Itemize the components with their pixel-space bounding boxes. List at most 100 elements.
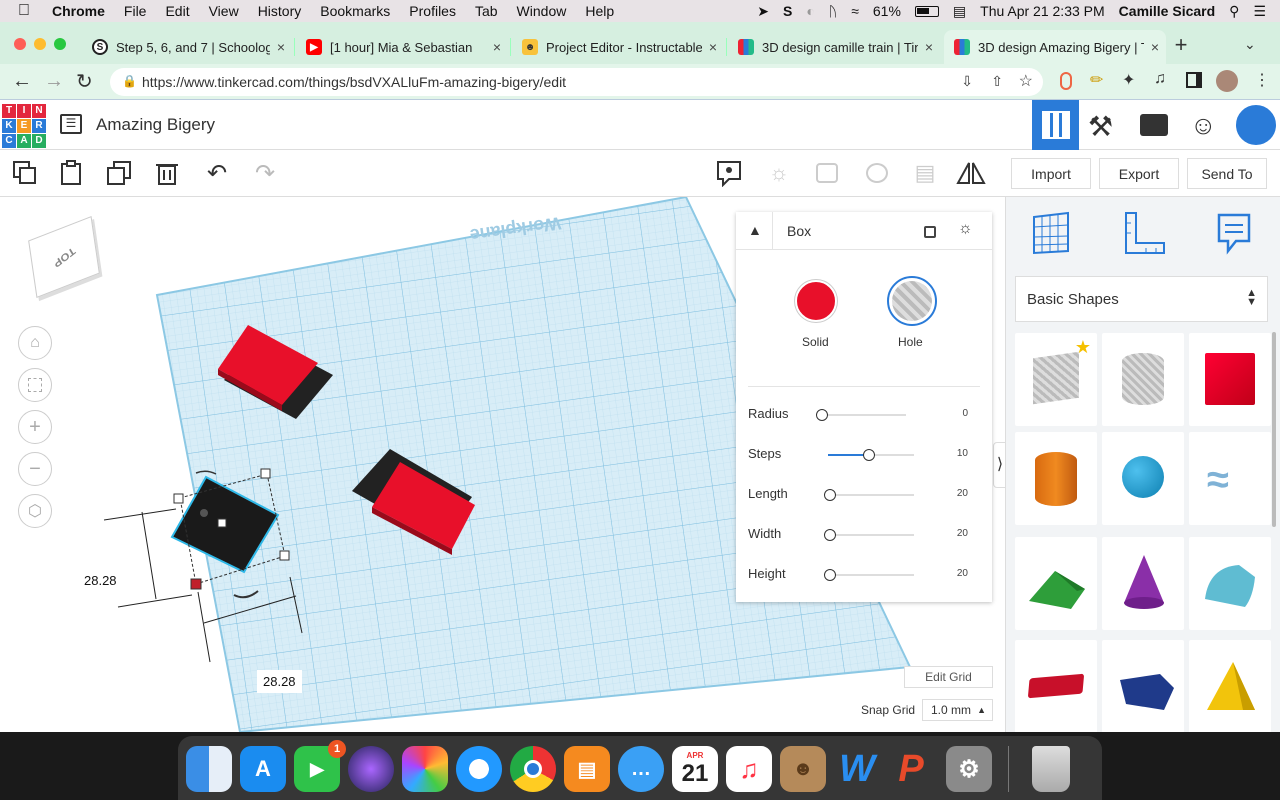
tinkercad-logo[interactable]: T I N K E R C A D	[2, 104, 46, 148]
account-avatar[interactable]	[1233, 102, 1279, 148]
tab-search-icon[interactable]: ⌄	[1244, 36, 1256, 53]
prop-slider-width[interactable]	[828, 534, 914, 536]
menu-bookmarks[interactable]: Bookmarks	[320, 3, 390, 19]
menu-edit[interactable]: Edit	[165, 3, 189, 19]
resize-handle[interactable]	[279, 550, 290, 561]
prop-slider-knob[interactable]	[824, 569, 836, 581]
shape-pyramid[interactable]	[1189, 640, 1271, 732]
tab-camille-train[interactable]: 3D design camille train | Tinkercad ×	[728, 30, 940, 64]
shape-cone[interactable]	[1102, 537, 1184, 630]
safari-icon[interactable]	[456, 746, 502, 792]
window-close-button[interactable]	[14, 38, 26, 50]
duplicate-button[interactable]	[104, 158, 134, 188]
user-name[interactable]: Camille Sicard	[1119, 3, 1216, 19]
shape-text[interactable]	[1015, 640, 1097, 732]
width-dimension-input[interactable]: 28.28	[78, 569, 123, 592]
height-handle[interactable]	[217, 518, 227, 528]
shape-cylinder-hole[interactable]	[1102, 333, 1184, 426]
shape-scribble[interactable]: ≈	[1189, 432, 1271, 525]
menu-window[interactable]: Window	[517, 3, 567, 19]
panel-collapse-toggle[interactable]: ⟩	[993, 442, 1005, 488]
calendar-app-icon[interactable]: APR 21	[672, 746, 718, 792]
hole-button[interactable]	[887, 276, 937, 326]
workplane-tool-button[interactable]	[1030, 211, 1072, 255]
prop-slider-knob[interactable]	[824, 489, 836, 501]
shape-polygon[interactable]	[1102, 640, 1184, 732]
resize-handle-active[interactable]	[190, 578, 202, 590]
photos-icon[interactable]	[402, 746, 448, 792]
music-icon[interactable]: ♫	[726, 746, 772, 792]
panel-scrollbar[interactable]	[1272, 332, 1276, 527]
collapse-caret-icon[interactable]: ▲	[748, 222, 762, 238]
apple-menu-icon[interactable]: 	[18, 2, 30, 20]
menu-file[interactable]: File	[124, 3, 147, 19]
shape-box[interactable]	[1189, 333, 1271, 426]
contacts-icon[interactable]: ☻	[780, 746, 826, 792]
paste-button[interactable]	[56, 158, 86, 188]
prop-slider-height[interactable]	[828, 574, 914, 576]
prop-slider-radius[interactable]	[820, 414, 906, 416]
finder-icon[interactable]	[186, 746, 232, 792]
zoom-out-button[interactable]: −	[18, 452, 52, 486]
clock[interactable]: Thu Apr 21 2:33 PM	[980, 3, 1105, 19]
menu-chrome[interactable]: Chrome	[52, 3, 105, 19]
notes-tool-button[interactable]	[1216, 211, 1252, 255]
skype-icon[interactable]: S	[783, 3, 792, 19]
tab-close-icon[interactable]: ×	[702, 39, 724, 55]
trash-dock-icon[interactable]	[1032, 746, 1070, 792]
design-title[interactable]: Amazing Bigery	[96, 115, 215, 135]
import-button[interactable]: Import	[1011, 158, 1091, 189]
shape-sphere[interactable]	[1102, 432, 1184, 525]
resize-handle[interactable]	[260, 468, 271, 479]
tab-close-icon[interactable]: ×	[918, 39, 940, 55]
snap-grid-select[interactable]: 1.0 mm ▲	[922, 699, 993, 721]
delete-button[interactable]	[152, 158, 182, 188]
lightbulb-icon[interactable]: ☼	[958, 220, 973, 238]
chrome-menu-icon[interactable]: ⋮	[1254, 70, 1270, 90]
powerpoint-p-icon[interactable]: P	[888, 746, 934, 792]
battery-icon[interactable]	[914, 5, 939, 17]
shape-name[interactable]: Box	[787, 223, 811, 239]
facetime-icon[interactable]: ▶ 1	[294, 740, 346, 792]
system-preferences-icon[interactable]: ⚙	[946, 746, 992, 792]
menu-profiles[interactable]: Profiles	[409, 3, 456, 19]
tab-close-icon[interactable]: ×	[1144, 39, 1166, 55]
forward-button[interactable]: →	[44, 70, 64, 93]
export-button[interactable]: Export	[1099, 158, 1179, 189]
spotlight-search-icon[interactable]: ⚲	[1229, 3, 1239, 20]
menu-history[interactable]: History	[258, 3, 302, 19]
chrome-icon[interactable]	[510, 746, 556, 792]
pencil-extension-icon[interactable]: ✏	[1090, 70, 1103, 90]
app-store-icon[interactable]: A	[240, 746, 286, 792]
menu-tab[interactable]: Tab	[475, 3, 498, 19]
tab-instructables[interactable]: ☻ Project Editor - Instructables ×	[512, 30, 724, 64]
send-to-button[interactable]: Send To	[1187, 158, 1267, 189]
codeblocks-pickaxe-icon[interactable]: ⚒	[1088, 110, 1113, 143]
siri-icon[interactable]	[348, 746, 394, 792]
extension-icon[interactable]	[1060, 72, 1072, 90]
prop-value-length[interactable]: 20	[957, 488, 968, 499]
notes-button[interactable]	[714, 158, 744, 188]
zoom-in-button[interactable]: +	[18, 410, 52, 444]
prop-value-steps[interactable]: 10	[957, 448, 968, 459]
shape-category-select[interactable]: Basic Shapes ▲ ▼	[1015, 276, 1268, 322]
prop-value-height[interactable]: 20	[957, 568, 968, 579]
add-user-icon[interactable]: ☺	[1190, 110, 1217, 141]
ungroup-button[interactable]	[862, 158, 892, 188]
sync-icon[interactable]: ◐	[806, 3, 814, 19]
prop-slider-knob[interactable]	[816, 409, 828, 421]
back-button[interactable]: ←	[12, 70, 32, 93]
shape-roof[interactable]	[1015, 537, 1097, 630]
new-tab-button[interactable]: +	[1170, 34, 1192, 56]
share-icon[interactable]: ⇧	[991, 73, 1003, 90]
tab-close-icon[interactable]: ×	[270, 39, 292, 55]
url-input[interactable]: 🔒 https://www.tinkercad.com/things/bsdVX…	[110, 68, 1043, 96]
perspective-button[interactable]: ⬡	[18, 494, 52, 528]
menu-help[interactable]: Help	[585, 3, 614, 19]
menu-view[interactable]: View	[209, 3, 239, 19]
3d-design-view-button[interactable]	[1032, 100, 1079, 150]
shape-round-roof[interactable]	[1189, 537, 1271, 630]
length-dimension-input[interactable]: 28.28	[257, 670, 302, 693]
bookmark-star-icon[interactable]: ☆	[1019, 71, 1033, 91]
profile-avatar[interactable]	[1216, 70, 1238, 92]
